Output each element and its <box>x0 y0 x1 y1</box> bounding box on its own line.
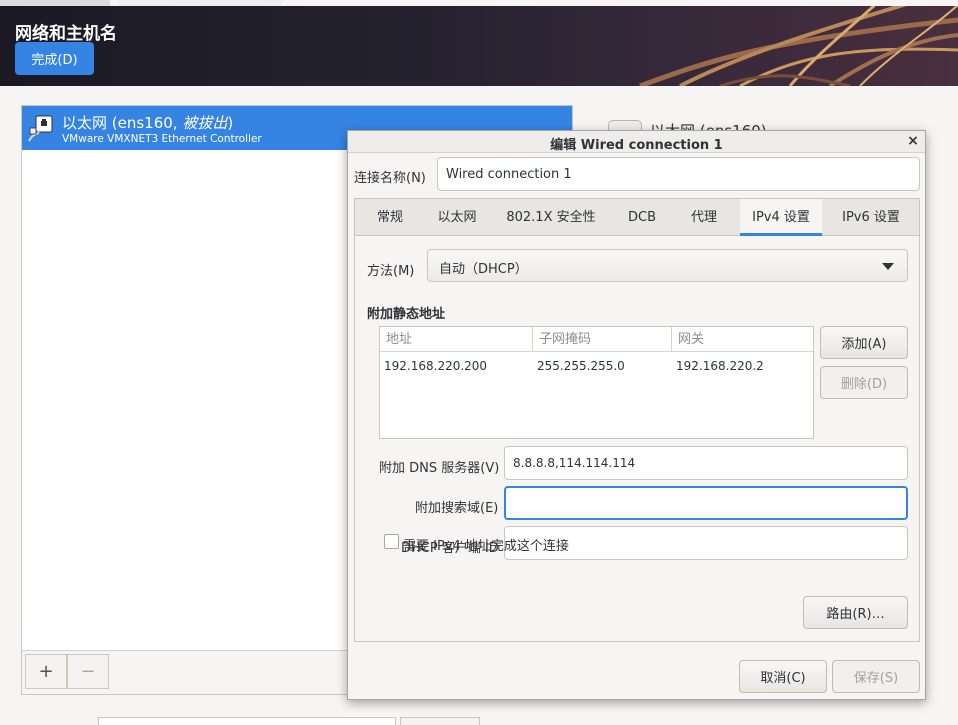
column-header-netmask[interactable]: 子网掩码 <box>533 327 672 352</box>
header-banner <box>0 0 958 86</box>
require-ipv4-checkbox[interactable] <box>384 534 399 549</box>
cell-address[interactable]: 192.168.220.200 <box>380 359 487 373</box>
tab-dcb[interactable]: DCB <box>617 199 667 236</box>
require-ipv4-label[interactable]: 需要 IPv4 地址完成这个连接 <box>403 535 569 554</box>
dns-servers-label: 附加 DNS 服务器(V) <box>379 461 500 476</box>
apply-button-peek[interactable] <box>400 717 480 725</box>
add-device-button[interactable]: + <box>25 654 67 689</box>
hostname-field-peek[interactable] <box>98 717 396 725</box>
settings-notebook: 常规 以太网 802.1X 安全性 DCB 代理 IPv4 设置 IPv6 设置… <box>354 198 920 642</box>
edit-connection-dialog: 编辑 Wired connection 1 × 连接名称(N) 常规 以太网 8… <box>347 130 926 700</box>
column-header-gateway[interactable]: 网关 <box>672 327 813 352</box>
device-description: VMware VMXNET3 Ethernet Controller <box>62 133 262 145</box>
top-tab-active[interactable] <box>118 0 282 6</box>
close-icon[interactable]: × <box>904 132 922 150</box>
top-tab-strip <box>0 0 958 6</box>
dialog-title: 编辑 Wired connection 1 <box>550 138 723 153</box>
add-address-button[interactable]: 添加(A) <box>820 326 908 359</box>
device-name-text: 以太网 (ens160, <box>62 114 183 132</box>
settings-tabs: 常规 以太网 802.1X 安全性 DCB 代理 IPv4 设置 IPv6 设置 <box>355 199 919 236</box>
device-state: 被拔出 <box>182 114 228 132</box>
cancel-button[interactable]: 取消(C) <box>739 660 827 693</box>
method-dropdown[interactable]: 自动（DHCP） <box>427 249 908 282</box>
ethernet-icon <box>28 115 53 142</box>
search-domains-label: 附加搜索域(E) <box>415 501 499 516</box>
search-domains-input[interactable] <box>504 486 908 520</box>
static-address-section-title: 附加静态地址 <box>367 307 446 322</box>
top-tab-left[interactable] <box>0 0 110 6</box>
tab-ipv4-settings[interactable]: IPv4 设置 <box>740 199 822 236</box>
dialog-titlebar[interactable]: 编辑 Wired connection 1 × <box>348 131 925 153</box>
page-title: 网络和主机名 <box>15 24 117 44</box>
device-name-close: ) <box>227 114 234 132</box>
delete-address-button[interactable]: 删除(D) <box>820 366 908 399</box>
method-label: 方法(M) <box>367 264 415 279</box>
done-button[interactable]: 完成(D) <box>15 42 94 75</box>
save-button[interactable]: 保存(S) <box>832 660 920 693</box>
tab-8021x-security[interactable]: 802.1X 安全性 <box>499 199 603 236</box>
device-name: 以太网 (ens160, 被拔出) <box>62 112 233 133</box>
static-address-table[interactable]: 地址 子网掩码 网关 192.168.220.200 255.255.255.0… <box>379 326 814 439</box>
tab-general[interactable]: 常规 <box>365 199 415 236</box>
banner-artwork <box>639 0 958 86</box>
dns-servers-input[interactable] <box>504 446 908 480</box>
tab-proxy[interactable]: 代理 <box>679 199 729 236</box>
connection-name-label: 连接名称(N) <box>354 171 426 186</box>
chevron-down-icon <box>882 263 894 270</box>
routes-button[interactable]: 路由(R)… <box>803 596 908 629</box>
cell-gateway[interactable]: 192.168.220.2 <box>672 359 764 373</box>
method-value: 自动（DHCP） <box>439 262 528 277</box>
remove-device-button[interactable]: − <box>67 654 109 689</box>
column-header-address[interactable]: 地址 <box>380 327 533 352</box>
tab-ipv6-settings[interactable]: IPv6 设置 <box>831 199 911 236</box>
connection-name-input[interactable] <box>437 157 920 191</box>
tab-ethernet[interactable]: 以太网 <box>427 199 487 236</box>
cell-netmask[interactable]: 255.255.255.0 <box>533 359 625 373</box>
